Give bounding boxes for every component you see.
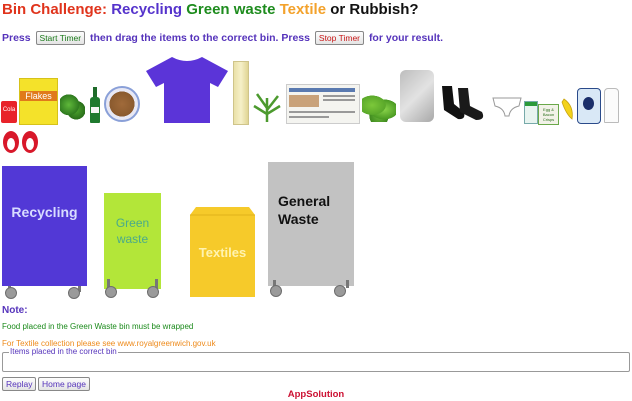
cardboard-tube[interactable] xyxy=(233,61,249,125)
newspaper[interactable] xyxy=(286,84,360,124)
bin-wheel xyxy=(147,286,159,298)
instructions-part1: Press xyxy=(2,31,31,44)
instructions: Press Start Timer then drag the items to… xyxy=(2,31,443,45)
detergent-bottle[interactable] xyxy=(577,88,601,124)
general-waste-bin[interactable]: General Waste xyxy=(268,162,354,297)
cola-can[interactable]: Cola xyxy=(1,101,17,123)
recycling-bin[interactable]: Recycling xyxy=(2,166,87,299)
purple-tshirt[interactable] xyxy=(146,55,228,123)
bin-wheel xyxy=(334,285,346,297)
cereal-box-label: Flakes xyxy=(20,91,57,101)
bin-wheel xyxy=(5,287,17,299)
black-socks[interactable] xyxy=(438,84,488,122)
underwear-icon xyxy=(492,97,522,117)
correct-items-legend: Items placed in the correct bin xyxy=(9,347,118,356)
title-rubbish: Rubbish? xyxy=(349,1,419,18)
textiles-bin-label: Textiles xyxy=(198,245,247,260)
bin-wheel xyxy=(68,287,80,299)
instructions-part3: for your result. xyxy=(368,31,444,44)
banana-icon xyxy=(561,98,573,120)
note-title: Note: xyxy=(2,305,28,316)
plastic-bag[interactable] xyxy=(400,70,434,122)
title-prefix: Bin Challenge: xyxy=(2,1,108,18)
shoes-icon xyxy=(3,131,38,153)
underwear[interactable] xyxy=(492,96,522,118)
glass-bottle[interactable] xyxy=(90,87,100,123)
tshirt-icon xyxy=(146,57,228,123)
title-or: or xyxy=(330,1,346,18)
title-textile: Textile xyxy=(279,1,327,18)
green-waste-bin-label: Green waste xyxy=(115,216,150,246)
cereal-box[interactable]: Flakes xyxy=(19,78,58,125)
garden-plant[interactable] xyxy=(252,88,282,122)
crisps-packet-label: Egg & Bacon Crisps xyxy=(542,107,555,122)
textiles-bin[interactable]: Textiles xyxy=(190,207,255,297)
title-recycling: Recycling xyxy=(111,1,183,18)
bin-wheel xyxy=(270,285,282,297)
socks-icon xyxy=(442,86,484,120)
banana[interactable] xyxy=(560,98,576,120)
footer-credit: AppSolution xyxy=(287,389,345,400)
green-beans[interactable] xyxy=(362,94,396,122)
red-shoes[interactable] xyxy=(1,128,41,154)
page-title: Bin Challenge: Recycling Green waste Tex… xyxy=(2,1,419,18)
green-waste-bin[interactable]: Green waste xyxy=(104,193,161,298)
plant-icon xyxy=(253,93,281,122)
recycling-bin-label: Recycling xyxy=(11,204,78,220)
food-bowl[interactable] xyxy=(104,86,140,122)
note-green-waste: Food placed in the Green Waste bin must … xyxy=(2,322,194,331)
crisps-packet[interactable]: Egg & Bacon Crisps xyxy=(538,104,559,125)
milk-bottle[interactable] xyxy=(604,88,619,123)
instructions-part2: then drag the items to the correct bin. … xyxy=(90,31,310,44)
cola-can-label: Cola xyxy=(2,107,16,113)
stop-timer-button[interactable]: Stop Timer xyxy=(314,31,365,45)
salad-leaves[interactable] xyxy=(60,94,85,121)
bin-wheel xyxy=(105,286,117,298)
title-green: Green waste xyxy=(186,1,276,18)
general-waste-bin-label: General Waste xyxy=(278,193,331,227)
jam-jar[interactable] xyxy=(524,101,538,124)
start-timer-button[interactable]: Start Timer xyxy=(35,31,86,45)
